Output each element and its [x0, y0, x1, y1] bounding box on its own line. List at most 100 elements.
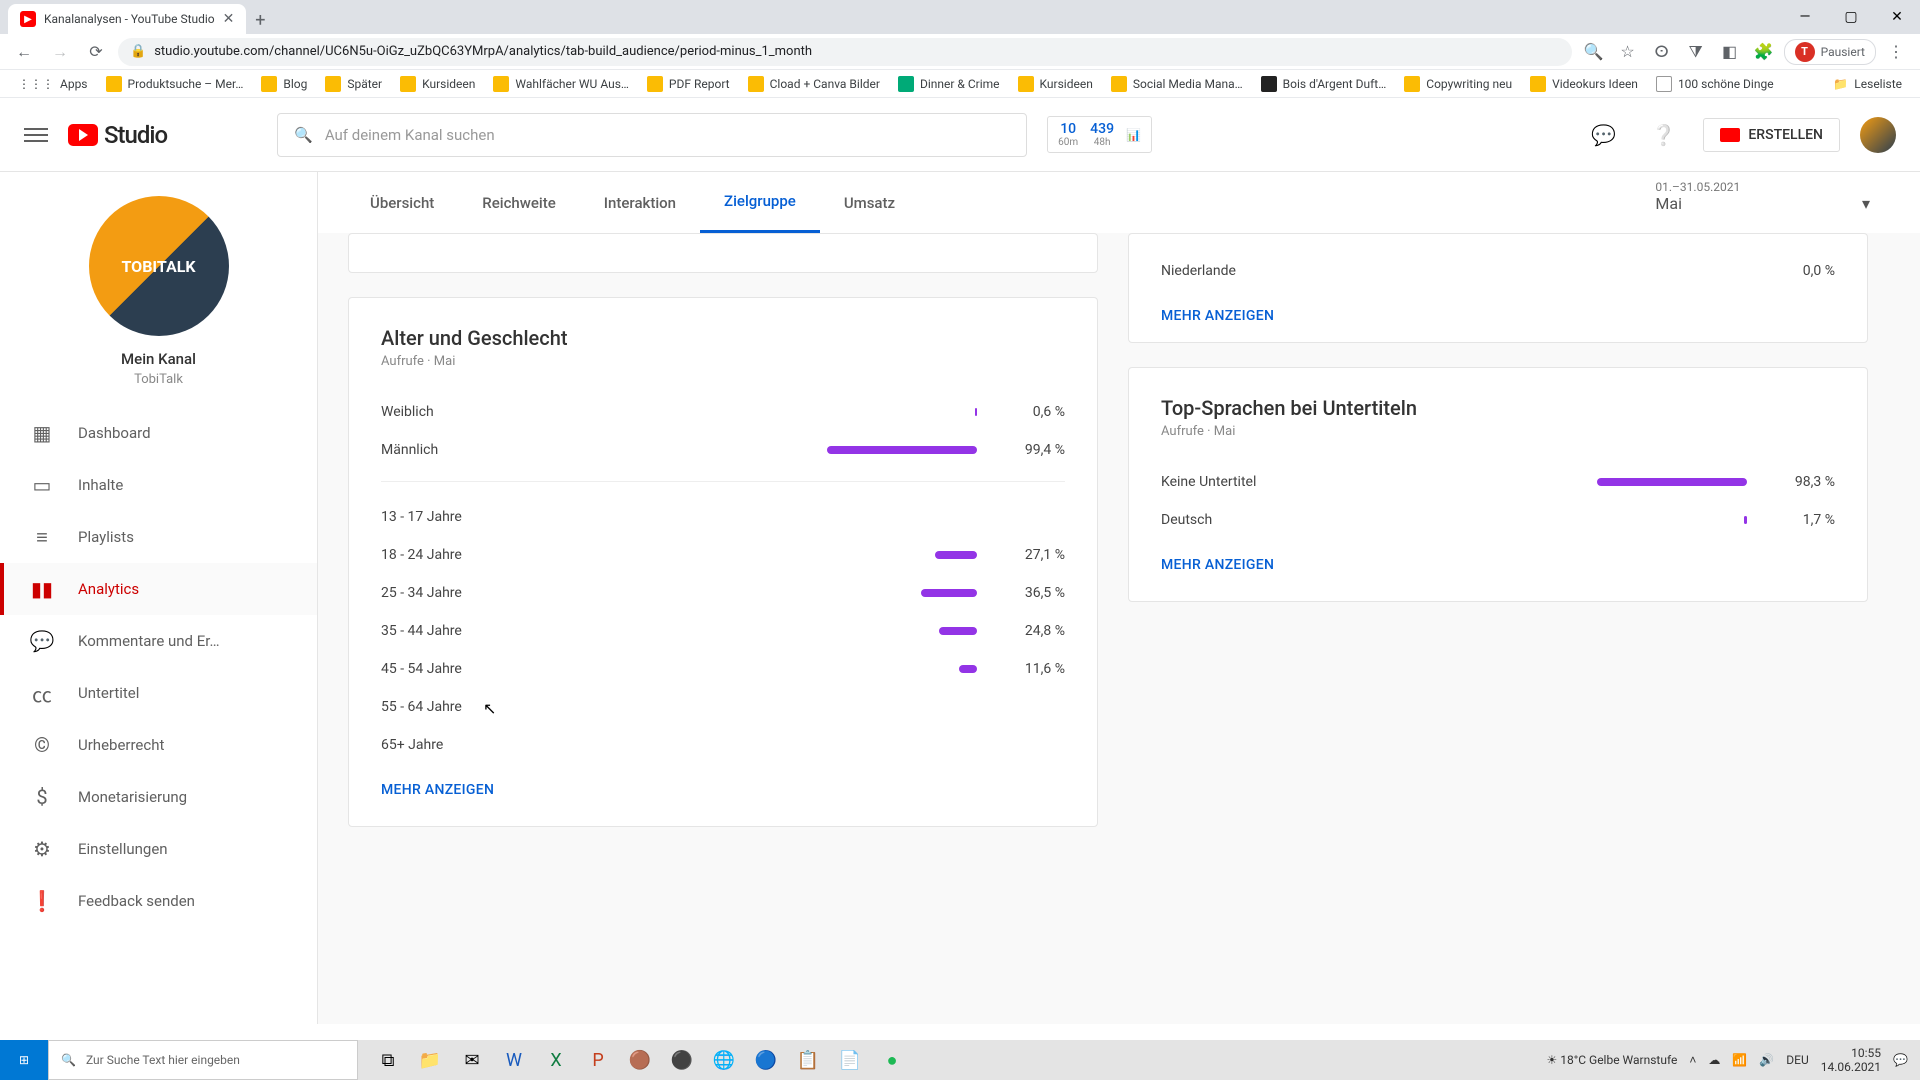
bookmark-item[interactable]: Blog	[255, 76, 313, 92]
sidebar-item-comments[interactable]: 💬Kommentare und Er…	[0, 615, 317, 667]
card-subtitle: Aufrufe · Mai	[381, 354, 1065, 369]
excel-icon[interactable]: X	[536, 1040, 576, 1080]
bookmark-icon	[1261, 76, 1277, 92]
mail-icon[interactable]: ✉	[452, 1040, 492, 1080]
tab-audience[interactable]: Zielgruppe	[700, 172, 820, 233]
new-tab-button[interactable]: +	[246, 6, 274, 34]
bookmark-item[interactable]: Später	[319, 76, 388, 92]
table-row: 65+ Jahre	[381, 726, 1065, 764]
logo[interactable]: Studio	[68, 121, 167, 149]
bookmark-item[interactable]: Social Media Mana…	[1105, 76, 1249, 92]
explorer-icon[interactable]: 📁	[410, 1040, 450, 1080]
bookmark-item[interactable]: Videokurs Ideen	[1524, 76, 1644, 92]
close-button[interactable]: ✕	[1874, 0, 1920, 34]
onedrive-icon[interactable]: ☁	[1708, 1053, 1720, 1067]
puzzle-icon[interactable]: 🧩	[1750, 38, 1778, 66]
sidebar-item-dashboard[interactable]: ▦Dashboard	[0, 407, 317, 459]
app-icon[interactable]: 📋	[788, 1040, 828, 1080]
folder-icon: 📁	[1833, 77, 1848, 91]
account-avatar[interactable]	[1860, 117, 1896, 153]
tab-engagement[interactable]: Interaktion	[580, 174, 700, 232]
chrome-icon[interactable]: 🌐	[704, 1040, 744, 1080]
clock[interactable]: 10:5514.06.2021	[1821, 1046, 1881, 1075]
chat-icon[interactable]: 💬	[1583, 115, 1623, 155]
apps-icon: ⋮⋮⋮	[18, 77, 54, 91]
playlist-icon: ≡	[30, 525, 54, 549]
back-icon[interactable]: ←	[10, 38, 38, 66]
weather-widget[interactable]: ☀ 18°C Gelbe Warnstufe	[1547, 1053, 1678, 1067]
channel-avatar[interactable]: TOBITALK	[89, 196, 229, 336]
app-icon[interactable]: 📄	[830, 1040, 870, 1080]
bookmark-item[interactable]: Wahlfächer WU Aus…	[487, 76, 635, 92]
create-button[interactable]: ERSTELLEN	[1703, 118, 1840, 152]
star-icon[interactable]: ☆	[1614, 38, 1642, 66]
bookmark-item[interactable]: Dinner & Crime	[892, 76, 1006, 92]
table-row: Keine Untertitel98,3 %	[1161, 463, 1835, 501]
sidebar-item-playlists[interactable]: ≡Playlists	[0, 511, 317, 563]
close-icon[interactable]: ✕	[223, 11, 235, 27]
bookmark-item[interactable]: Produktsuche – Mer…	[100, 76, 250, 92]
copyright-icon: ©	[30, 733, 54, 757]
bookmark-icon	[647, 76, 663, 92]
app-icon[interactable]: 🟤	[620, 1040, 660, 1080]
bookmark-item[interactable]: PDF Report	[641, 76, 736, 92]
extension-icon[interactable]: ⧩	[1682, 38, 1710, 66]
sidebar-item-copyright[interactable]: ©Urheberrecht	[0, 719, 317, 771]
profile-chip[interactable]: T Pausiert	[1784, 39, 1876, 65]
tab-revenue[interactable]: Umsatz	[820, 174, 919, 232]
extension-icon[interactable]: ◧	[1716, 38, 1744, 66]
sidebar: TOBITALK Mein Kanal TobiTalk ▦Dashboard …	[0, 172, 318, 1024]
analytics-icon: ▮▮	[30, 577, 54, 601]
apps-button[interactable]: ⋮⋮⋮Apps	[12, 77, 94, 91]
wifi-icon[interactable]: 📶	[1732, 1053, 1747, 1067]
menu-icon[interactable]: ⋮	[1882, 38, 1910, 66]
sidebar-item-feedback[interactable]: ❗Feedback senden	[0, 875, 317, 927]
more-link[interactable]: MEHR ANZEIGEN	[381, 764, 1065, 798]
tab-reach[interactable]: Reichweite	[458, 174, 579, 232]
record-icon	[1720, 128, 1740, 142]
search-icon: 🔍	[294, 126, 313, 144]
bookmark-item[interactable]: Kursideen	[1012, 76, 1099, 92]
windows-search[interactable]: 🔍 Zur Suche Text hier eingeben	[48, 1040, 358, 1080]
search-input[interactable]: 🔍 Auf deinem Kanal suchen	[277, 113, 1027, 157]
volume-icon[interactable]: 🔊	[1759, 1053, 1774, 1067]
spotify-icon[interactable]: ●	[872, 1040, 912, 1080]
feedback-icon: ❗	[30, 889, 54, 913]
word-icon[interactable]: W	[494, 1040, 534, 1080]
task-view-icon[interactable]: ⧉	[368, 1040, 408, 1080]
sidebar-item-settings[interactable]: ⚙Einstellungen	[0, 823, 317, 875]
period-selector[interactable]: 01.–31.05.2021 Mai▾	[1655, 180, 1870, 213]
powerpoint-icon[interactable]: P	[578, 1040, 618, 1080]
bookmark-item[interactable]: 100 schöne Dinge	[1650, 76, 1780, 92]
bookmark-item[interactable]: Kursideen	[394, 76, 481, 92]
sidebar-item-content[interactable]: ▭Inhalte	[0, 459, 317, 511]
bookmark-item[interactable]: Cload + Canva Bilder	[742, 76, 886, 92]
maximize-button[interactable]: ▢	[1828, 0, 1874, 34]
bookmark-item[interactable]: 📁Leseliste	[1827, 77, 1908, 91]
language-indicator[interactable]: DEU	[1786, 1053, 1808, 1067]
bookmark-item[interactable]: Bois d'Argent Duft…	[1255, 76, 1393, 92]
help-icon[interactable]: ❔	[1643, 115, 1683, 155]
more-link[interactable]: MEHR ANZEIGEN	[1161, 290, 1835, 324]
minimize-button[interactable]: —	[1782, 0, 1828, 34]
forward-icon: →	[46, 38, 74, 66]
sidebar-item-analytics[interactable]: ▮▮Analytics	[0, 563, 317, 615]
notifications-icon[interactable]: 💬	[1893, 1053, 1908, 1067]
tray-chevron-icon[interactable]: ˄	[1689, 1053, 1696, 1067]
obs-icon[interactable]: ⚫	[662, 1040, 702, 1080]
start-button[interactable]: ⊞	[0, 1040, 48, 1080]
menu-button[interactable]	[24, 128, 48, 142]
header-stats[interactable]: 1060m 43948h 📊	[1047, 116, 1152, 153]
browser-tab[interactable]: ▶ Kanalanalysen - YouTube Studio ✕	[8, 4, 246, 34]
sidebar-item-subtitles[interactable]: ㏄Untertitel	[0, 667, 317, 719]
bar-segment	[939, 627, 977, 635]
more-link[interactable]: MEHR ANZEIGEN	[1161, 539, 1835, 573]
extension-icon[interactable]: ⵙ	[1648, 38, 1676, 66]
reload-icon[interactable]: ⟳	[82, 38, 110, 66]
zoom-icon[interactable]: 🔍	[1580, 38, 1608, 66]
edge-icon[interactable]: 🔵	[746, 1040, 786, 1080]
tab-overview[interactable]: Übersicht	[346, 174, 458, 232]
url-field[interactable]: 🔒 studio.youtube.com/channel/UC6N5u-OiGz…	[118, 38, 1572, 66]
sidebar-item-monetization[interactable]: $Monetarisierung	[0, 771, 317, 823]
bookmark-item[interactable]: Copywriting neu	[1398, 76, 1518, 92]
